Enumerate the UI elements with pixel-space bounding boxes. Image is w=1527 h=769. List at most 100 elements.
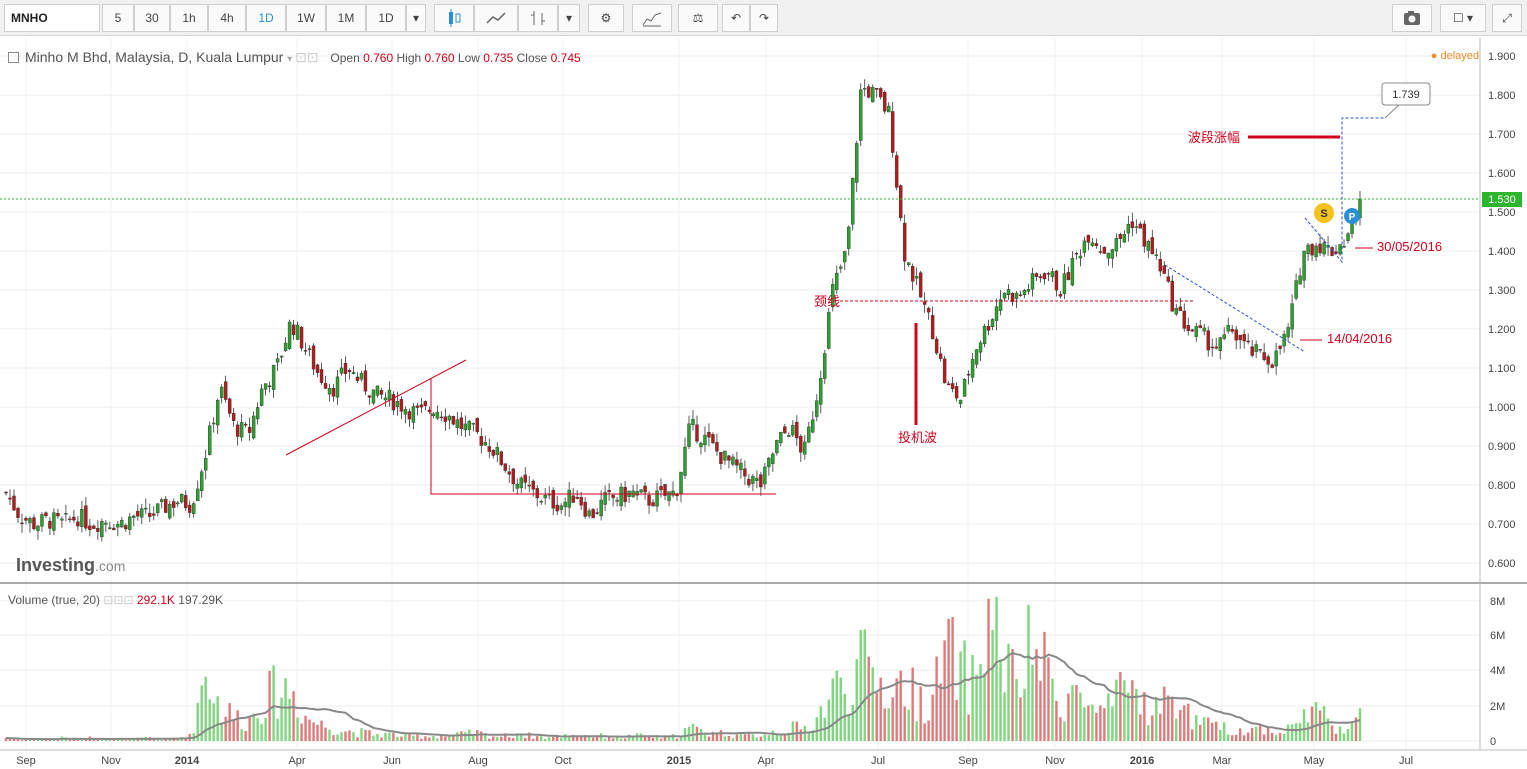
candle-body — [156, 503, 160, 514]
volume-bar — [979, 664, 982, 741]
date2-label: 14/04/2016 — [1327, 331, 1392, 346]
volume-bar — [611, 738, 615, 741]
series-settings-icon[interactable]: ⊡⊡ — [295, 49, 318, 65]
candle-body — [1142, 223, 1147, 247]
volume-bar — [268, 670, 271, 741]
interval-1m-button[interactable]: 1M — [326, 4, 366, 32]
candles-icon[interactable] — [434, 4, 474, 32]
speculative-wave-label: 投机波 — [898, 430, 937, 445]
collapse-toggle-icon[interactable] — [8, 52, 19, 63]
chevron-down-icon[interactable]: ▾ — [406, 4, 426, 32]
chart-type-chevron-icon[interactable]: ▾ — [558, 4, 580, 32]
interval-1h-button[interactable]: 1h — [170, 4, 208, 32]
bars-icon[interactable] — [518, 4, 558, 32]
interval-4h-button[interactable]: 4h — [208, 4, 246, 32]
volume-title[interactable]: Volume (true, 20) — [8, 593, 100, 607]
volume-bar — [432, 736, 435, 741]
candle-body — [1026, 289, 1031, 292]
candle-body — [1066, 272, 1071, 281]
candle-body — [112, 527, 116, 531]
time-tick-label: Sep — [16, 755, 36, 767]
volume-bar — [703, 734, 707, 741]
volume-bar — [963, 640, 966, 741]
candle-body — [455, 419, 460, 429]
volume-bar — [272, 665, 275, 741]
interval-1d-dropdown-button[interactable]: 1D — [366, 4, 406, 32]
volume-bar — [1346, 728, 1350, 741]
candle-body — [867, 86, 871, 98]
price-chart[interactable]: 1.900 1.800 1.700 1.600 1.500 1.400 1.300 1.200… — [0, 38, 1527, 769]
candle-body — [1254, 344, 1258, 352]
volume-bar — [316, 724, 319, 741]
candle-body — [271, 364, 276, 390]
interval-1w-button[interactable]: 1W — [286, 4, 326, 32]
candle-body — [890, 111, 895, 153]
candle-body — [807, 426, 811, 443]
volume-bar — [1298, 723, 1302, 741]
volume-bar — [1155, 696, 1158, 741]
redo-icon[interactable]: ↷ — [750, 4, 778, 32]
candle-body — [779, 431, 783, 444]
price-tick-label: 1.300 — [1488, 285, 1516, 297]
candle-body — [56, 513, 60, 517]
candle-body — [898, 185, 903, 219]
interval-1d-button[interactable]: 1D — [246, 4, 286, 32]
fullscreen-icon[interactable]: ⤢ — [1492, 4, 1522, 32]
candle-body — [451, 416, 456, 425]
indicators-icon[interactable] — [632, 4, 672, 32]
volume-bar — [1127, 692, 1130, 741]
candle-body — [315, 364, 320, 373]
candle-body — [727, 455, 731, 461]
candle-body — [136, 510, 140, 517]
candle-body — [635, 491, 639, 496]
volume-bar — [1246, 732, 1250, 741]
candle-body — [291, 324, 296, 335]
volume-bar — [1330, 725, 1334, 741]
candle-body — [695, 424, 699, 442]
candle-body — [132, 515, 136, 518]
volume-bar — [344, 731, 347, 741]
volume-bar — [500, 736, 503, 741]
volume-settings-icon[interactable]: ⊡⊡⊡ — [103, 593, 133, 607]
volume-bar — [547, 737, 551, 741]
candle-body — [1034, 273, 1039, 277]
volume-bar — [1334, 733, 1338, 741]
compare-scale-icon[interactable]: ⚖ — [678, 4, 718, 32]
volume-bar — [631, 737, 635, 741]
symbol-input[interactable]: MNHO — [4, 4, 100, 32]
candle-body — [4, 491, 8, 494]
volume-bar — [875, 692, 878, 741]
candle-body — [1054, 270, 1059, 291]
volume-bar — [524, 737, 527, 741]
undo-icon[interactable]: ↶ — [722, 4, 750, 32]
candle-body — [711, 434, 715, 444]
candle-body — [1230, 328, 1234, 332]
candle-body — [371, 389, 376, 404]
interval-30-button[interactable]: 30 — [134, 4, 170, 32]
candle-body — [743, 468, 747, 477]
candle-body — [259, 388, 264, 406]
candle-body — [839, 266, 843, 269]
candle-body — [223, 381, 228, 400]
volume-bar — [775, 734, 779, 741]
series-chevron-icon[interactable]: ▾ — [287, 54, 295, 65]
gear-icon[interactable]: ⚙ — [588, 4, 624, 32]
layout-select-icon[interactable]: ☐ ▾ — [1440, 4, 1486, 32]
line-chart-icon[interactable] — [474, 4, 518, 32]
camera-icon[interactable] — [1392, 4, 1432, 32]
volume-bar — [923, 723, 926, 741]
volume-bar — [332, 735, 335, 741]
candle-body — [759, 474, 763, 488]
candle-body — [551, 489, 555, 509]
volume-bar — [428, 737, 431, 741]
volume-bar — [424, 736, 427, 741]
interval-5-button[interactable]: 5 — [102, 4, 134, 32]
candle-body — [859, 89, 863, 141]
series-title[interactable]: Minho M Bhd, Malaysia, D, Kuala Lumpur — [25, 49, 283, 65]
volume-bar — [276, 718, 279, 741]
volume-bar — [380, 737, 383, 741]
volume-bar — [1051, 678, 1054, 741]
candle-body — [1270, 364, 1274, 368]
volume-bar — [1151, 715, 1154, 741]
candle-body — [20, 522, 24, 525]
